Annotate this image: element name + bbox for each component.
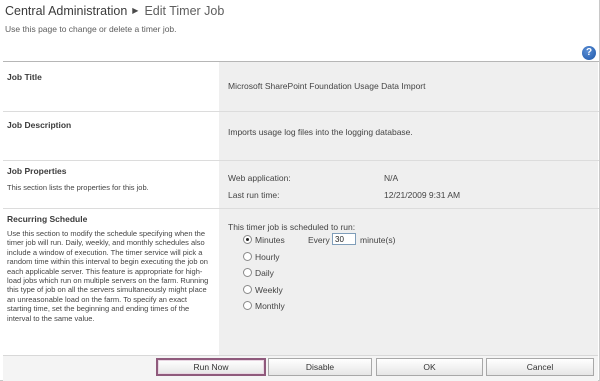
schedule-option-label: Hourly <box>255 252 280 262</box>
radio-selected-icon[interactable] <box>243 235 252 244</box>
job-description-label: Job Description <box>7 120 72 130</box>
every-label: Every <box>308 235 330 245</box>
cancel-button[interactable]: Cancel <box>486 358 594 376</box>
help-icon[interactable]: ? <box>582 46 596 60</box>
job-properties-description: This section lists the properties for th… <box>7 183 149 192</box>
web-application-value: N/A <box>384 173 399 183</box>
radio-unselected-icon[interactable] <box>243 252 252 261</box>
last-run-time-value: 12/21/2009 9:31 AM <box>384 190 461 200</box>
job-title-value: Microsoft SharePoint Foundation Usage Da… <box>228 81 426 91</box>
schedule-option-label: Weekly <box>255 285 283 295</box>
page-title: Edit Timer Job <box>144 4 225 18</box>
last-run-time-label: Last run time: <box>228 190 280 200</box>
page-header: Central Administration ▶ Edit Timer Job Us… <box>0 0 598 40</box>
run-now-button[interactable]: Run Now <box>156 358 266 376</box>
disable-button[interactable]: Disable <box>268 358 372 376</box>
recurring-schedule-label: Recurring Schedule <box>7 214 88 224</box>
job-description-value: Imports usage log files into the logging… <box>228 127 413 137</box>
recurring-schedule-description: Use this section to modify the schedule … <box>7 229 209 323</box>
page: Central Administration ▶ Edit Timer Job Us… <box>0 0 600 381</box>
job-title-label: Job Title <box>7 72 42 82</box>
schedule-option-label: Daily <box>255 268 274 278</box>
page-subtitle: Use this page to change or delete a time… <box>5 24 177 34</box>
every-unit-label: minute(s) <box>360 235 396 245</box>
breadcrumb-arrow-icon: ▶ <box>132 6 139 15</box>
job-title-left <box>3 62 219 111</box>
schedule-intro: This timer job is scheduled to run: <box>228 222 356 232</box>
breadcrumb: Central Administration ▶ Edit Timer Job <box>5 4 224 18</box>
breadcrumb-root-link[interactable]: Central Administration <box>5 4 127 18</box>
ok-button[interactable]: OK <box>376 358 483 376</box>
job-properties-label: Job Properties <box>7 166 67 176</box>
radio-unselected-icon[interactable] <box>243 268 252 277</box>
job-properties-right <box>219 161 598 208</box>
radio-unselected-icon[interactable] <box>243 285 252 294</box>
schedule-option-label: Minutes <box>255 235 285 245</box>
web-application-label: Web application: <box>228 173 291 183</box>
every-minutes-input[interactable] <box>332 233 356 245</box>
radio-unselected-icon[interactable] <box>243 301 252 310</box>
schedule-option-label: Monthly <box>255 301 285 311</box>
